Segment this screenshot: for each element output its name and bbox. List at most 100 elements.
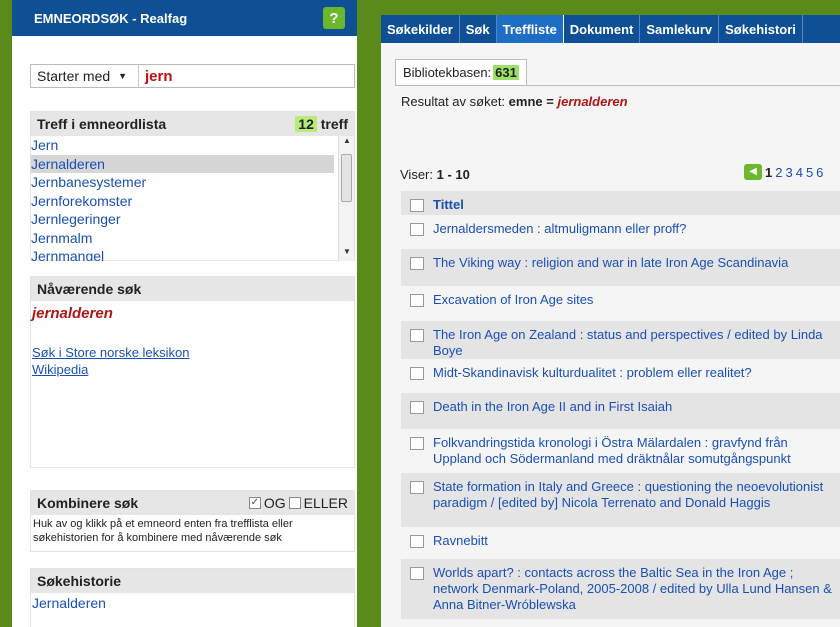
tab-item[interactable]: Søkekilder [381, 15, 460, 43]
result-title-link[interactable]: Midt-Skandinavisk kulturdualitet : probl… [433, 365, 838, 381]
result-title-link[interactable]: Jernaldersmeden : altmuligmann eller pro… [433, 221, 838, 237]
term-hit-item[interactable]: Jernforekomster [31, 192, 334, 211]
result-row: Death in the Iron Age II and in First Is… [401, 393, 840, 429]
showing-label: Viser: [400, 167, 433, 182]
result-row: Midt-Skandinavisk kulturdualitet : probl… [401, 359, 840, 393]
result-row: Excavation of Iron Age sites [401, 286, 840, 321]
panel-title: EMNEORDSØK - Realfag [34, 10, 188, 26]
eller-label: ELLER [303, 495, 348, 511]
page-link[interactable]: 5 [806, 165, 813, 180]
result-row: Folkvandringstida kronologi i Östra Mäla… [401, 429, 840, 473]
result-checkbox[interactable] [410, 329, 424, 342]
term-hits-count-suffix: treff [320, 116, 348, 132]
result-query-eq: = [546, 94, 554, 109]
search-history-item[interactable]: Jernalderen [31, 593, 354, 613]
page-link[interactable]: 2 [775, 165, 782, 180]
main-tabs: Søkekilder Søk Treffliste Dokument Samlekurv… [381, 15, 840, 43]
result-row: Worlds apart? : contacts across the Balt… [401, 559, 840, 619]
og-label: OG [263, 495, 286, 511]
result-title-link[interactable]: The Viking way : religion and war in lat… [433, 255, 838, 271]
result-checkbox[interactable] [410, 481, 424, 494]
term-hit-item[interactable]: Jernalderen [31, 154, 334, 173]
tab-item[interactable]: Samlekurv [640, 15, 720, 43]
column-header-title: Tittel [433, 197, 464, 212]
pagination: ◀ 123456 [744, 164, 823, 180]
result-checkbox[interactable] [410, 437, 424, 450]
eller-checkbox[interactable] [288, 497, 301, 509]
term-hit-item[interactable]: Jernlegeringer [31, 210, 334, 229]
term-hits-header: Treff i emneordlista 12 treff [31, 112, 354, 136]
current-search-title: Nåværende søk [37, 281, 142, 297]
wikipedia-link[interactable]: Wikipedia [31, 361, 354, 378]
showing-range: Viser: 1 - 10 [400, 167, 470, 182]
result-query-value: jernalderen [557, 94, 628, 109]
tab-item[interactable]: Søk [460, 15, 497, 43]
term-hits-title: Treff i emneordlista [37, 116, 167, 132]
term-hits-count-number: 12 [295, 116, 317, 132]
term-hits-scrollbar[interactable]: ▲ ▼ [338, 136, 354, 261]
combine-help-text: Huk av og klikk på et emneord enten fra … [33, 518, 293, 544]
scroll-up-icon[interactable]: ▲ [339, 136, 354, 150]
bibliotekbasen-tab[interactable]: Bibliotekbasen: 631 [395, 59, 527, 85]
tab-item[interactable]: Treffliste [496, 15, 564, 43]
search-history-title: Søkehistorie [37, 573, 122, 589]
result-checkbox[interactable] [410, 567, 424, 580]
term-hits-section: Treff i emneordlista 12 treff Jern Jernal… [30, 111, 355, 261]
page-link[interactable]: 3 [785, 165, 792, 180]
term-hit-item[interactable]: Jernmalm [31, 229, 334, 248]
search-term-input[interactable]: jern [139, 68, 173, 85]
bibliotekbasen-label: Bibliotekbasen: [403, 65, 492, 80]
page-link[interactable]: 6 [816, 165, 823, 180]
tab-divider [395, 85, 840, 86]
result-title-link[interactable]: State formation in Italy and Greece : qu… [433, 479, 838, 511]
term-hits-count: 12 treff [295, 116, 348, 132]
term-hit-item[interactable]: Jern [31, 136, 334, 155]
search-history-header: Søkehistorie [31, 569, 354, 593]
current-search-header: Nåværende søk [31, 277, 354, 301]
current-search-section: Nåværende søk jernalderen Søk i Store no… [30, 276, 355, 468]
result-checkbox[interactable] [410, 401, 424, 414]
result-checkbox[interactable] [410, 223, 424, 236]
current-search-term: jernalderen [32, 305, 113, 322]
result-checkbox[interactable] [410, 257, 424, 270]
page-link[interactable]: 1 [765, 165, 772, 180]
result-row: The Viking way : religion and war in lat… [401, 249, 840, 286]
og-checkbox[interactable]: ✓ [248, 497, 261, 509]
results-panel: Søkekilder Søk Treffliste Dokument Samlekurv… [381, 15, 840, 627]
snl-search-link[interactable]: Søk i Store norske leksikon [31, 344, 354, 361]
result-checkbox[interactable] [410, 535, 424, 548]
page-link[interactable]: 4 [796, 165, 803, 180]
combine-search-header: Kombinere søk ✓ OG ELLER [31, 491, 354, 515]
help-button[interactable]: ? [323, 7, 345, 29]
select-all-checkbox[interactable] [410, 199, 424, 212]
search-history-section: Søkehistorie Jernalderen [30, 568, 355, 627]
result-row: State formation in Italy and Greece : qu… [401, 473, 840, 527]
result-checkbox[interactable] [410, 294, 424, 307]
tab-item[interactable]: Søkehistori [719, 15, 803, 43]
result-row: Jernaldersmeden : altmuligmann eller pro… [401, 215, 840, 249]
result-query-field: emne [508, 94, 543, 109]
term-hit-item[interactable]: Jernmangel [31, 247, 334, 261]
result-title-link[interactable]: Worlds apart? : contacts across the Balt… [433, 565, 838, 613]
bibliotekbasen-count: 631 [493, 65, 519, 80]
result-row: The Iron Age on Zealand : status and per… [401, 321, 840, 359]
search-mode-value: Starter med [37, 68, 111, 84]
tab-item[interactable]: Dokument [564, 15, 641, 43]
combine-options: ✓ OG ELLER [248, 495, 348, 511]
result-title-link[interactable]: Folkvandringstida kronologi i Östra Mäla… [433, 435, 838, 467]
result-title-link[interactable]: Excavation of Iron Age sites [433, 292, 838, 308]
results-header-row: Tittel [401, 191, 840, 215]
result-query: Resultat av søket: emne = jernalderen [401, 94, 628, 109]
result-checkbox[interactable] [410, 367, 424, 380]
search-row: Starter med ▼ jern [30, 64, 355, 88]
term-hit-item[interactable]: Jernbanesystemer [31, 173, 334, 192]
back-arrow-icon[interactable]: ◀ [744, 164, 762, 180]
search-mode-select[interactable]: Starter med ▼ [31, 65, 139, 87]
result-title-link[interactable]: Ravnebitt [433, 533, 838, 549]
result-query-prefix: Resultat av søket: [401, 94, 506, 109]
result-title-link[interactable]: The Iron Age on Zealand : status and per… [433, 327, 838, 359]
result-title-link[interactable]: Death in the Iron Age II and in First Is… [433, 399, 838, 415]
scroll-thumb[interactable] [341, 154, 352, 202]
showing-range-value: 1 - 10 [436, 167, 470, 182]
scroll-down-icon[interactable]: ▼ [339, 247, 354, 261]
